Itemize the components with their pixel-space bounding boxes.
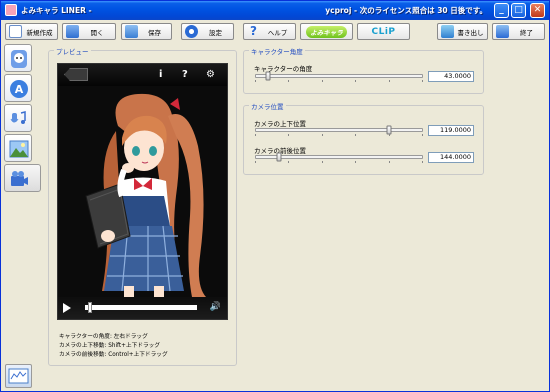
clip-link-button[interactable]: CLiP — [357, 23, 410, 40]
app-window: よみキャラ LINER - ycproj - 次のライセンス照合は 30 日後で… — [0, 0, 550, 392]
preview-legend: プレビュー — [54, 46, 91, 56]
play-icon[interactable] — [63, 303, 71, 313]
slider-tick — [288, 134, 290, 136]
new-file-icon — [9, 25, 22, 38]
slider-tick — [321, 134, 323, 136]
sidebar-item-background[interactable] — [4, 134, 32, 162]
camera-icon — [11, 171, 28, 186]
minimize-button[interactable]: _ — [494, 3, 509, 18]
character-icon — [11, 50, 27, 68]
svg-text:A: A — [15, 83, 24, 96]
maximize-button[interactable]: □ — [511, 3, 526, 18]
help-text-angle: キャラクターの角度: 左右ドラッグ — [59, 334, 148, 340]
character-figure — [85, 93, 206, 297]
folder-icon — [66, 25, 79, 38]
slider-tick — [255, 80, 256, 82]
slider-tick — [255, 161, 256, 163]
export-icon — [441, 25, 454, 38]
slider-tick — [321, 161, 323, 163]
slider-tick — [321, 80, 323, 82]
character-angle-value[interactable]: 43.0000 — [428, 71, 474, 82]
title-bar[interactable]: よみキャラ LINER - ycproj - 次のライセンス照合は 30 日後で… — [1, 1, 549, 20]
slider-tick — [422, 134, 423, 136]
landscape-icon — [9, 140, 29, 158]
voice-icon — [10, 111, 26, 124]
clip-logo: CLiP — [371, 26, 396, 37]
slider-tick — [388, 80, 390, 82]
slider-tick — [355, 134, 357, 136]
close-button[interactable]: ✕ — [530, 3, 545, 18]
open-button[interactable]: 開く — [62, 23, 116, 40]
camera-vertical-slider[interactable] — [255, 125, 423, 136]
camera-legend: カメラ位置 — [249, 101, 286, 111]
playback-bar: 🔊 — [58, 297, 227, 319]
slider-tick — [388, 161, 390, 163]
sidebar-item-character[interactable] — [4, 44, 32, 72]
camera-vertical-track — [255, 128, 423, 132]
text-icon: A — [10, 80, 28, 98]
camera-depth-value[interactable]: 144.0000 — [428, 152, 474, 163]
playback-knob[interactable] — [88, 302, 93, 313]
slider-tick — [422, 80, 423, 82]
help-text-camera-vertical: カメラの上下移動: Shift+上下ドラッグ — [59, 343, 161, 349]
exit-button[interactable]: 終了 — [492, 23, 545, 40]
preview-viewport[interactable]: i ? ⚙ 🔊 — [57, 63, 228, 320]
yomichara-logo: よみキャラ — [306, 25, 347, 38]
character-angle-thumb[interactable] — [265, 71, 271, 81]
camera-group: カメラ位置 — [243, 101, 484, 175]
timeline-button[interactable] — [5, 364, 32, 388]
yomichara-link-button[interactable]: よみキャラ — [300, 23, 353, 40]
back-grid-icon[interactable] — [64, 68, 88, 81]
slider-tick — [288, 80, 290, 82]
help-text-camera-depth: カメラの前後移動: Control+上下ドラッグ — [59, 352, 168, 358]
slider-tick — [355, 80, 357, 82]
window-title: よみキャラ LINER - — [21, 6, 92, 15]
info-icon[interactable]: i — [159, 69, 162, 80]
help-icon[interactable]: ? — [182, 69, 188, 80]
exit-icon — [496, 25, 509, 38]
preview-top-bar: i ? ⚙ — [58, 64, 227, 86]
settings-button[interactable]: 設定 — [181, 23, 234, 40]
export-button[interactable]: 書き出し — [437, 23, 488, 40]
character-angle-legend: キャラクター角度 — [249, 46, 305, 56]
slider-tick — [422, 161, 423, 163]
camera-vertical-value[interactable]: 119.0000 — [428, 125, 474, 136]
app-icon — [5, 4, 17, 16]
help-icon: ? — [250, 24, 257, 38]
timeline-icon — [8, 368, 29, 384]
slider-tick — [355, 161, 357, 163]
sidebar-item-text[interactable]: A — [4, 74, 32, 102]
camera-depth-slider[interactable] — [255, 152, 423, 163]
slider-tick — [255, 134, 256, 136]
sidebar-item-camera[interactable] — [4, 164, 41, 192]
save-icon — [125, 25, 138, 38]
sidebar-item-voice[interactable] — [4, 104, 32, 132]
slider-tick — [388, 134, 390, 136]
settings-icon[interactable]: ⚙ — [206, 69, 215, 80]
gear-icon — [185, 25, 198, 38]
character-angle-track — [255, 74, 423, 78]
save-button[interactable]: 保存 — [121, 23, 172, 40]
character-angle-slider[interactable] — [255, 71, 423, 82]
new-button[interactable]: 新規作成 — [5, 23, 58, 40]
help-button[interactable]: ? ヘルプ — [243, 23, 296, 40]
slider-tick — [288, 161, 290, 163]
license-status: ycproj - 次のライセンス照合は 30 日後です。 — [325, 6, 487, 15]
camera-depth-thumb[interactable] — [276, 152, 282, 162]
volume-icon[interactable]: 🔊 — [210, 302, 221, 312]
playback-progress[interactable] — [85, 302, 197, 313]
